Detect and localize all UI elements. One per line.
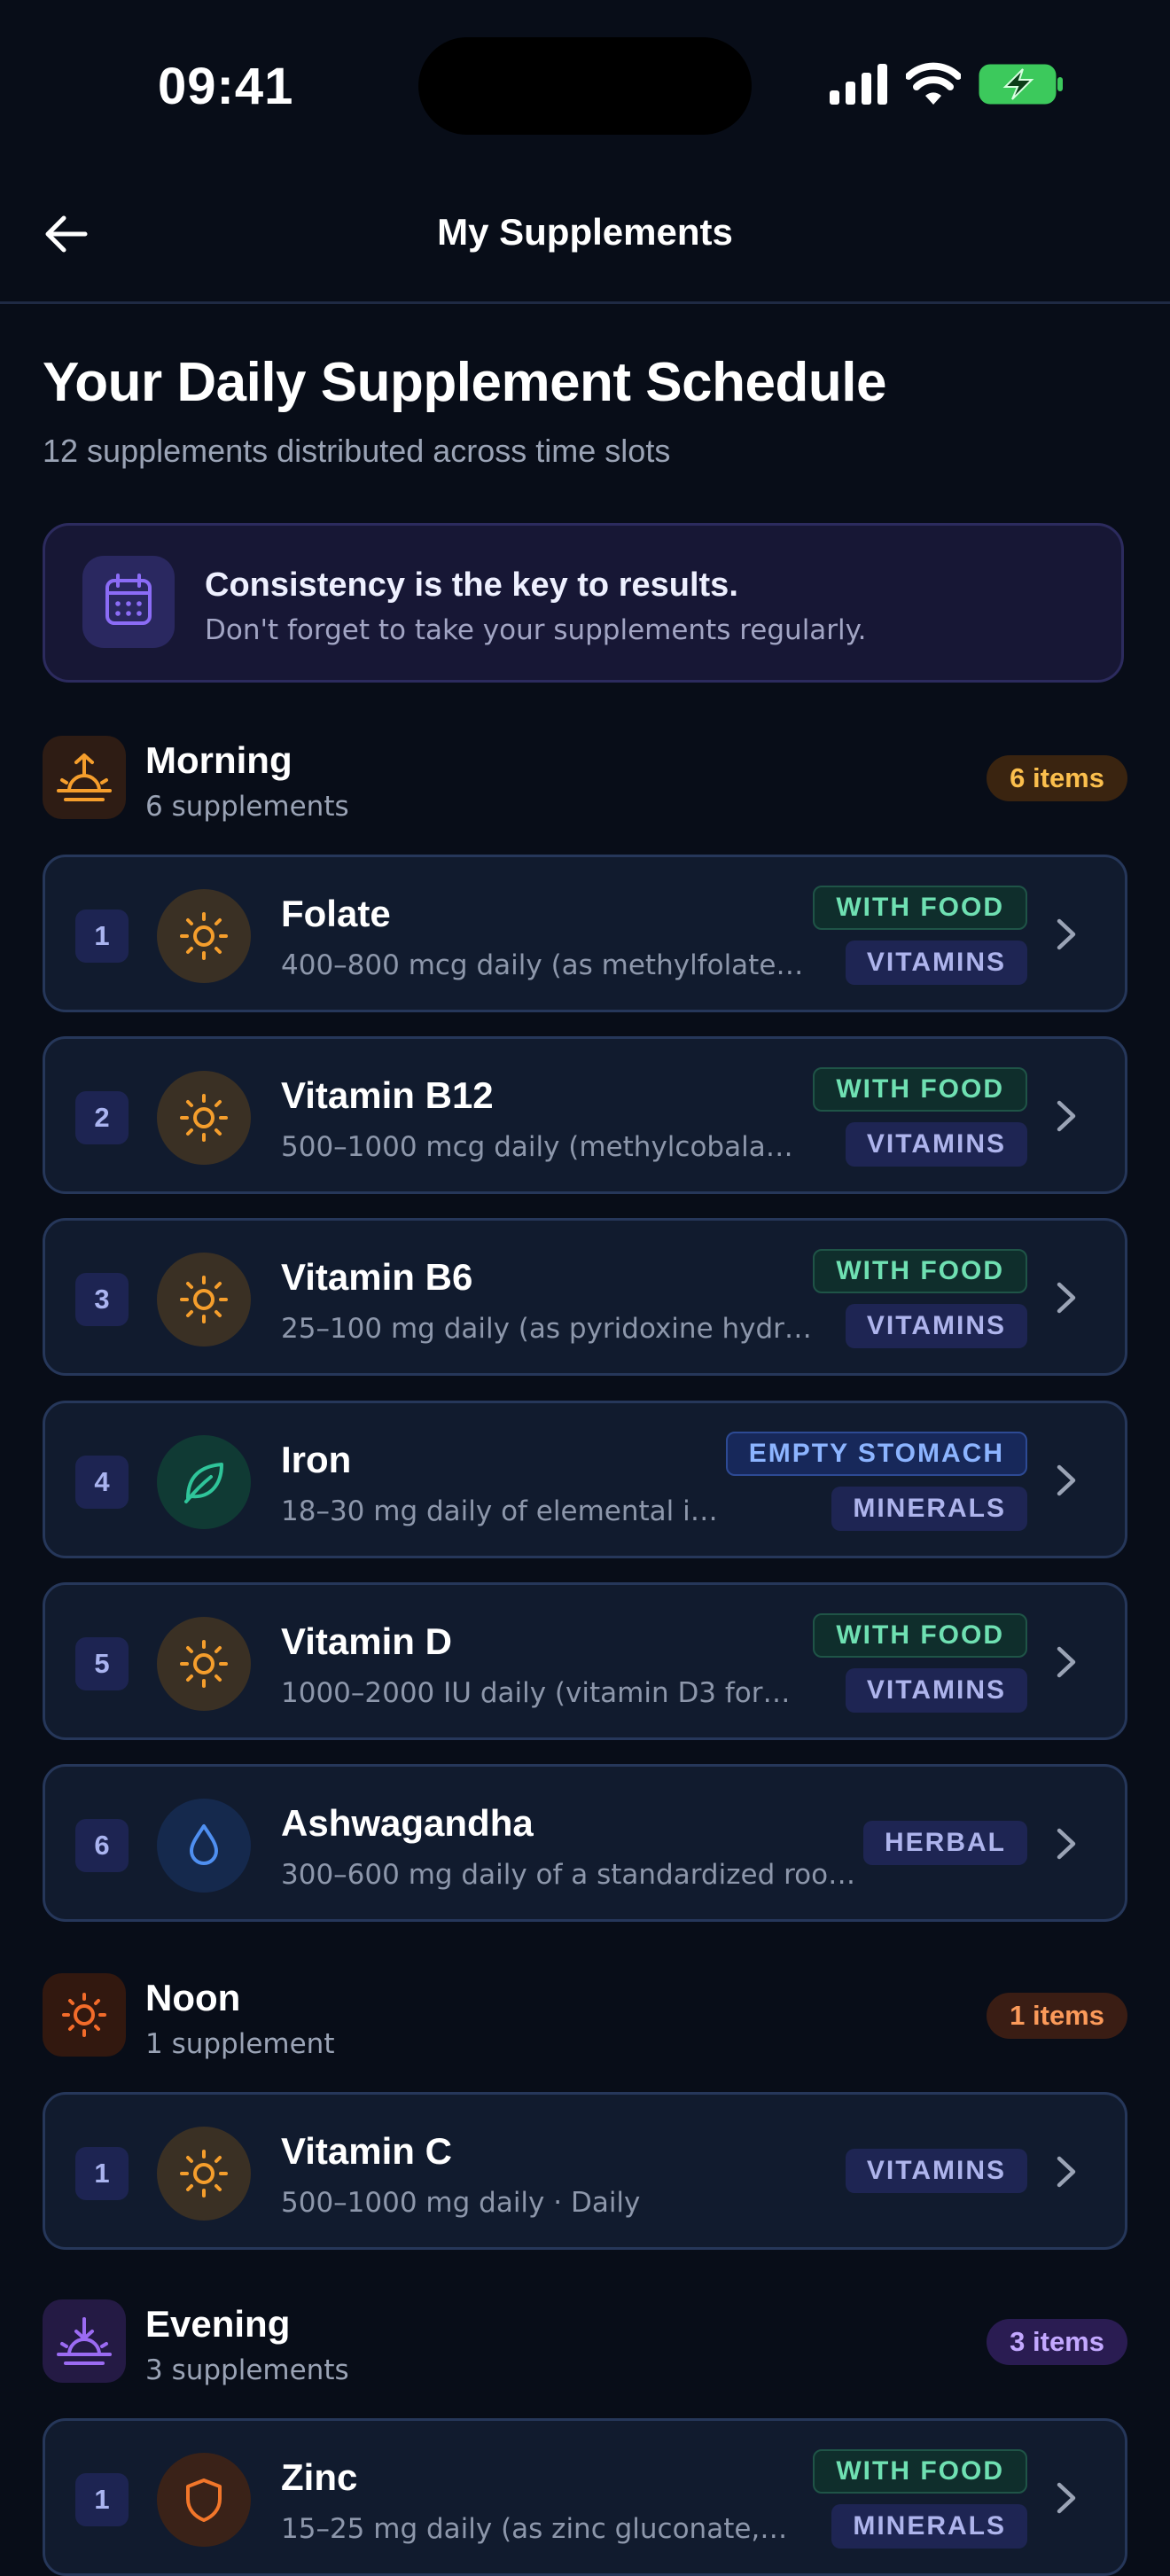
tag-with-food: WITH FOOD [813,1613,1027,1658]
item-number: 1 [75,2147,129,2200]
section-title: Evening [145,2303,291,2345]
tag-with-food: WITH FOOD [813,1249,1027,1293]
count-badge: 3 items [987,2319,1127,2365]
chevron-right-icon [1057,1282,1076,1314]
supplement-card-zinc[interactable]: 1 Zinc 15–25 mg daily (as zinc gluconate… [43,2418,1127,2576]
leaf-icon [157,1435,251,1529]
supplement-card-vitamin-d[interactable]: 5 Vitamin D 1000–2000 IU daily (vitamin … [43,1582,1127,1740]
supplement-name: Folate [281,893,391,934]
banner-subtitle: Don't forget to take your supplements re… [205,614,867,646]
tag-category: VITAMINS [845,941,1027,985]
supplement-dosage: 300–600 mg daily of a standardized roo… [281,1859,856,1891]
count-badge: 6 items [987,755,1127,801]
supplement-card-vitamin-c[interactable]: 1 Vitamin C 500–1000 mg daily · Daily VI… [43,2092,1127,2250]
item-number: 1 [75,909,129,963]
supplement-name: Zinc [281,2456,358,2498]
chevron-right-icon [1057,918,1076,950]
nav-title: My Supplements [437,211,733,253]
chevron-right-icon [1057,1100,1076,1132]
chevron-right-icon [1057,2482,1076,2514]
tag-with-food: WITH FOOD [813,2449,1027,2494]
supplement-dosage: 400–800 mcg daily (as methylfolate… [281,949,804,981]
supplement-dosage: 18–30 mg daily of elemental i… [281,1495,718,1527]
tag-category: VITAMINS [845,1122,1027,1167]
supplement-dosage: 25–100 mg daily (as pyridoxine hydr… [281,1313,812,1345]
item-number: 4 [75,1456,129,1509]
sun-icon [43,1973,126,2057]
count-badge: 1 items [987,1993,1127,2039]
item-number: 5 [75,1637,129,1690]
supplement-dosage: 500–1000 mg daily · Daily [281,2187,641,2219]
status-bar: 09:41 [0,0,1170,168]
page-title: Your Daily Supplement Schedule [43,352,886,413]
droplet-icon [157,1799,251,1893]
section-title: Noon [145,1977,241,2018]
section-subtitle: 1 supplement [145,2028,335,2060]
supplement-name: Vitamin D [281,1620,452,1662]
supplement-name: Vitamin B6 [281,1256,473,1298]
supplement-dosage: 15–25 mg daily (as zinc gluconate,… [281,2513,788,2545]
wifi-icon [906,62,961,105]
supplement-dosage: 1000–2000 IU daily (vitamin D3 for… [281,1677,791,1709]
tag-category: VITAMINS [845,1304,1027,1348]
supplement-card-vitamin-b12[interactable]: 2 Vitamin B12 500–1000 mcg daily (methyl… [43,1036,1127,1194]
supplement-card-ashwagandha[interactable]: 6 Ashwagandha 300–600 mg daily of a stan… [43,1764,1127,1922]
supplement-name: Vitamin B12 [281,1074,494,1116]
banner-title: Consistency is the key to results. [205,566,738,604]
section-evening-header: Evening 3 supplements 3 items [43,2299,1127,2388]
sun-icon [157,1617,251,1711]
sun-icon [157,2127,251,2221]
item-number: 3 [75,1273,129,1326]
tag-category: VITAMINS [845,1668,1027,1713]
calendar-icon [82,556,175,648]
page-subtitle: 12 supplements distributed across time s… [43,433,671,469]
status-time: 09:41 [158,58,294,115]
section-noon-header: Noon 1 supplement 1 items [43,1973,1127,2062]
supplement-card-vitamin-b6[interactable]: 3 Vitamin B6 25–100 mg daily (as pyridox… [43,1218,1127,1376]
shield-icon [157,2453,251,2547]
sunset-icon [43,2299,126,2383]
supplement-dosage: 500–1000 mcg daily (methylcobala… [281,1131,793,1163]
tag-empty-stomach: EMPTY STOMACH [725,1432,1027,1476]
item-number: 6 [75,1819,129,1872]
section-subtitle: 6 supplements [145,791,349,823]
section-morning-header: Morning 6 supplements 6 items [43,736,1127,824]
dynamic-island [418,37,752,135]
section-title: Morning [145,739,292,781]
supplement-name: Iron [281,1439,352,1480]
supplement-name: Vitamin C [281,2130,452,2172]
consistency-banner: Consistency is the key to results. Don't… [43,523,1124,683]
tag-category: HERBAL [863,1821,1027,1865]
sunrise-icon [43,736,126,819]
chevron-right-icon [1057,2156,1076,2188]
signal-icon [830,64,887,105]
tag-category: VITAMINS [845,2149,1027,2193]
tag-with-food: WITH FOOD [813,886,1027,930]
tag-category: MINERALS [831,1487,1027,1531]
chevron-right-icon [1057,1464,1076,1496]
sun-icon [157,889,251,983]
sun-icon [157,1253,251,1347]
supplement-card-folate[interactable]: 1 Folate 400–800 mcg daily (as methylfol… [43,855,1127,1012]
nav-bar: My Supplements [0,168,1170,304]
chevron-right-icon [1057,1646,1076,1678]
item-number: 1 [75,2473,129,2526]
item-number: 2 [75,1091,129,1144]
tag-with-food: WITH FOOD [813,1067,1027,1112]
battery-charging-icon [979,64,1063,105]
chevron-right-icon [1057,1828,1076,1860]
sun-icon [157,1071,251,1165]
section-subtitle: 3 supplements [145,2354,349,2386]
supplement-name: Ashwagandha [281,1802,534,1844]
supplement-card-iron[interactable]: 4 Iron 18–30 mg daily of elemental i… EM… [43,1401,1127,1558]
